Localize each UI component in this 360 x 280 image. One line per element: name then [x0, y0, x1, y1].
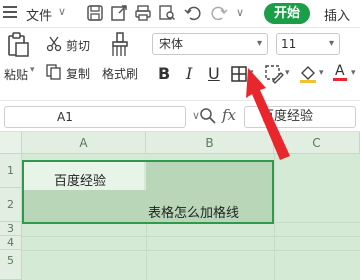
select-all-corner[interactable] — [0, 132, 22, 154]
fill-color-dropdown-icon[interactable]: ▾ — [319, 68, 324, 78]
spreadsheet-grid: A B C 1 2 3 4 5 百度经验 表格怎么加格线 — [0, 132, 360, 280]
selection-border — [22, 160, 274, 224]
chevron-down-icon: ▾ — [256, 38, 262, 49]
tab-start[interactable]: 开始 — [264, 3, 310, 24]
row-header-2[interactable]: 2 — [0, 188, 22, 222]
bold-button[interactable]: B — [158, 64, 170, 83]
hamburger-icon[interactable] — [3, 6, 17, 20]
formula-bar: A1 ∨ fx 百度经验 — [0, 100, 360, 132]
more-chevron-icon[interactable]: ∨ — [236, 4, 254, 22]
file-menu-chevron-icon[interactable]: ∨ — [58, 5, 66, 18]
font-size-value: 11 — [281, 37, 297, 51]
chevron-down-icon: ▾ — [328, 38, 334, 49]
underline-button[interactable]: U — [208, 64, 220, 83]
row-header-1[interactable]: 1 — [0, 154, 22, 188]
format-painter-icon[interactable] — [110, 32, 130, 58]
menu-bar: 文件 ∨ ∨ 开始 插入 — [0, 0, 360, 28]
export-icon[interactable] — [110, 4, 128, 22]
save-icon[interactable] — [86, 4, 104, 22]
font-name-value: 宋体 — [159, 37, 184, 51]
gridline — [146, 222, 147, 280]
print-icon[interactable] — [134, 4, 152, 22]
undo-icon[interactable] — [184, 4, 202, 22]
name-box-value: A1 — [57, 110, 73, 124]
gridline — [22, 250, 360, 251]
copy-button[interactable]: 复制 — [66, 65, 90, 82]
paste-button[interactable]: 粘贴 — [4, 66, 28, 83]
scissors-icon[interactable] — [46, 36, 62, 52]
zoom-icon[interactable] — [198, 106, 218, 126]
row-header-3[interactable]: 3 — [0, 222, 22, 236]
row-header-4[interactable]: 4 — [0, 236, 22, 250]
fill-color-icon[interactable] — [298, 63, 318, 83]
ribbon: 粘贴 ▾ 剪切 复制 格式刷 宋体 ▾ 11 ▾ B I U ▾ ▾ ▾ A ▾ — [0, 28, 360, 92]
preview-icon[interactable] — [158, 4, 176, 22]
tab-insert[interactable]: 插入 — [324, 5, 350, 24]
redo-icon[interactable] — [210, 4, 228, 22]
gridline — [274, 154, 275, 280]
font-size-select[interactable]: 11 ▾ — [276, 33, 340, 55]
name-box[interactable]: A1 — [4, 106, 186, 128]
paste-dropdown-icon[interactable]: ▾ — [30, 65, 35, 75]
font-color-dropdown-icon[interactable]: ▾ — [351, 68, 356, 78]
copy-icon[interactable] — [46, 64, 62, 80]
file-menu[interactable]: 文件 — [26, 5, 52, 24]
svg-text:A: A — [335, 63, 345, 79]
italic-button[interactable]: I — [186, 64, 192, 83]
format-painter-button[interactable]: 格式刷 — [102, 65, 138, 82]
cut-button[interactable]: 剪切 — [66, 37, 90, 54]
paste-icon[interactable] — [6, 32, 30, 58]
gridline — [22, 236, 360, 237]
fx-icon[interactable]: fx — [222, 106, 236, 124]
font-color-icon[interactable]: A — [332, 61, 350, 83]
font-name-select[interactable]: 宋体 ▾ — [152, 33, 268, 55]
row-header-5[interactable]: 5 — [0, 250, 22, 280]
annotation-arrow-icon — [246, 68, 290, 160]
column-header-a[interactable]: A — [22, 132, 146, 154]
